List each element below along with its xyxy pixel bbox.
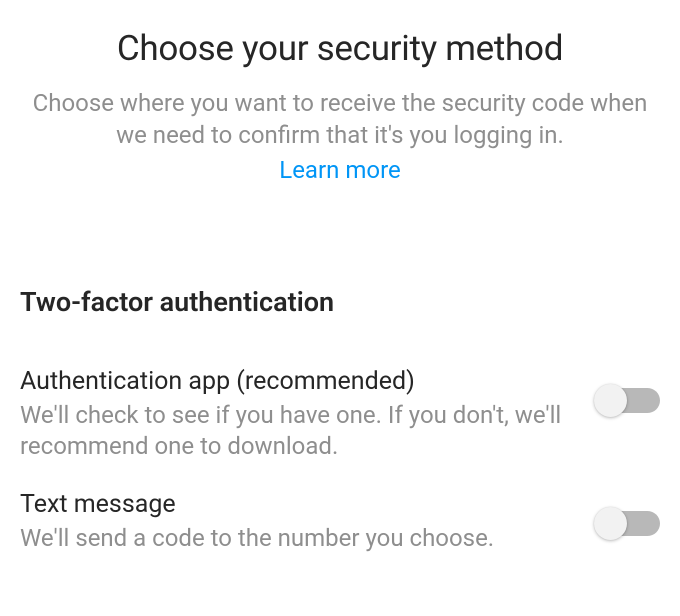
two-factor-section: Two-factor authentication Authentication… bbox=[0, 286, 680, 555]
learn-more-link[interactable]: Learn more bbox=[0, 156, 680, 204]
toggle-authentication-app[interactable] bbox=[598, 388, 660, 413]
page-title: Choose your security method bbox=[0, 0, 680, 87]
option-text-message: Text message We'll send a code to the nu… bbox=[20, 489, 660, 555]
option-authentication-app: Authentication app (recommended) We'll c… bbox=[20, 366, 660, 463]
option-description: We'll send a code to the number you choo… bbox=[20, 523, 578, 554]
option-title: Text message bbox=[20, 489, 578, 522]
section-heading: Two-factor authentication bbox=[20, 286, 660, 318]
toggle-text-message[interactable] bbox=[598, 511, 660, 536]
option-title: Authentication app (recommended) bbox=[20, 366, 578, 399]
toggle-thumb bbox=[594, 507, 627, 540]
option-text: Authentication app (recommended) We'll c… bbox=[20, 366, 598, 463]
toggle-thumb bbox=[594, 384, 627, 417]
option-text: Text message We'll send a code to the nu… bbox=[20, 489, 598, 555]
option-description: We'll check to see if you have one. If y… bbox=[20, 400, 578, 462]
page-subtitle: Choose where you want to receive the sec… bbox=[0, 87, 680, 156]
